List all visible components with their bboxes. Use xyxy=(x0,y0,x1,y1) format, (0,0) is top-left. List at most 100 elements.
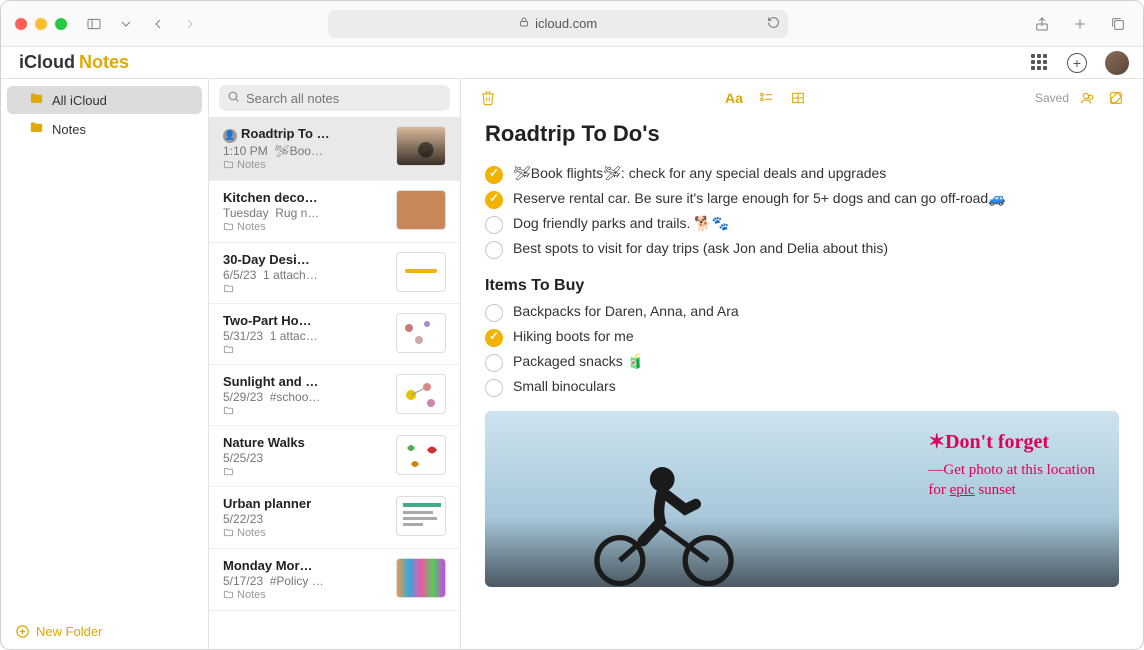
app-brand[interactable]: iCloud Notes xyxy=(15,52,129,73)
reload-icon[interactable] xyxy=(767,16,780,32)
note-item-subtitle: 5/29/23 #schoo… xyxy=(223,390,386,404)
note-body[interactable]: Roadtrip To Do's 🛩Book flights🛩: check f… xyxy=(461,117,1143,649)
search-input[interactable] xyxy=(246,91,442,106)
note-list-item[interactable]: Two-Part Ho… 5/31/23 1 attac… xyxy=(209,304,460,365)
checklist-item[interactable]: Best spots to visit for day trips (ask J… xyxy=(485,240,1119,259)
checklist-item[interactable]: Dog friendly parks and trails. 🐕🐾 xyxy=(485,215,1119,234)
folders-sidebar: All iCloud Notes New Folder xyxy=(1,79,209,649)
shared-icon: 👤 xyxy=(223,129,237,143)
window-controls xyxy=(15,18,67,30)
checklist-text: Packaged snacks 🧃 xyxy=(513,353,644,370)
note-list-pane: 👤Roadtrip To … 1:10 PM 🛩Boo… Notes Kitch… xyxy=(209,79,461,649)
checkbox[interactable] xyxy=(485,304,503,322)
checkbox[interactable] xyxy=(485,191,503,209)
folder-label: Notes xyxy=(52,122,86,137)
checkbox[interactable] xyxy=(485,166,503,184)
tabs-icon[interactable] xyxy=(1107,13,1129,35)
new-tab-icon[interactable] xyxy=(1069,13,1091,35)
brand-icloud: iCloud xyxy=(19,52,75,73)
folder-icon xyxy=(29,120,44,138)
fullscreen-window-button[interactable] xyxy=(55,18,67,30)
handwriting-annotation: ✶Don't forget —Get photo at this locatio… xyxy=(928,429,1095,500)
note-item-title: Monday Mor… xyxy=(223,558,386,573)
checklist-text: Reserve rental car. Be sure it's large e… xyxy=(513,190,1006,207)
note-toolbar: Aa Saved xyxy=(461,79,1143,117)
format-text-icon[interactable]: Aa xyxy=(725,89,743,107)
trash-icon[interactable] xyxy=(479,89,497,107)
back-button[interactable] xyxy=(147,13,169,35)
note-item-subtitle: 5/25/23 xyxy=(223,451,386,465)
account-avatar[interactable] xyxy=(1105,51,1129,75)
note-item-folder xyxy=(223,283,386,294)
note-list-item[interactable]: Monday Mor… 5/17/23 #Policy … Notes xyxy=(209,549,460,611)
minimize-window-button[interactable] xyxy=(35,18,47,30)
note-item-folder xyxy=(223,344,386,355)
note-item-subtitle: 5/22/23 xyxy=(223,512,386,526)
note-thumbnail xyxy=(396,435,446,475)
note-item-subtitle: 1:10 PM 🛩Boo… xyxy=(223,144,386,158)
checklist-item[interactable]: Packaged snacks 🧃 xyxy=(485,353,1119,372)
checklist-text: Small binoculars xyxy=(513,378,616,394)
address-bar[interactable]: icloud.com xyxy=(328,10,788,38)
note-subheading: Items To Buy xyxy=(485,277,1119,295)
note-item-title: Urban planner xyxy=(223,496,386,511)
lock-icon xyxy=(518,16,530,31)
note-item-folder: Notes xyxy=(223,527,386,539)
note-list-item[interactable]: Kitchen deco… Tuesday Rug n… Notes xyxy=(209,181,460,243)
note-thumbnail xyxy=(396,126,446,166)
sidebar-folder[interactable]: All iCloud xyxy=(7,86,202,114)
checkbox[interactable] xyxy=(485,379,503,397)
checkbox[interactable] xyxy=(485,216,503,234)
chevron-down-icon[interactable] xyxy=(115,13,137,35)
note-detail-pane: Aa Saved xyxy=(461,79,1143,649)
collaborate-icon[interactable] xyxy=(1079,89,1097,107)
note-list-item[interactable]: 👤Roadtrip To … 1:10 PM 🛩Boo… Notes xyxy=(209,117,460,181)
note-item-subtitle: 6/5/23 1 attach… xyxy=(223,268,386,282)
note-item-folder: Notes xyxy=(223,589,386,601)
checkbox[interactable] xyxy=(485,241,503,259)
note-item-subtitle: 5/31/23 1 attac… xyxy=(223,329,386,343)
app-launcher-icon[interactable] xyxy=(1031,54,1049,72)
note-list-item[interactable]: 30-Day Desi… 6/5/23 1 attach… xyxy=(209,243,460,304)
search-field[interactable] xyxy=(219,85,450,111)
table-icon[interactable] xyxy=(789,89,807,107)
folder-label: All iCloud xyxy=(52,93,107,108)
new-folder-button[interactable]: New Folder xyxy=(1,614,208,649)
note-thumbnail xyxy=(396,558,446,598)
note-thumbnail xyxy=(396,374,446,414)
sidebar-toggle-icon[interactable] xyxy=(83,13,105,35)
checklist-text: Dog friendly parks and trails. 🐕🐾 xyxy=(513,215,729,232)
note-list-item[interactable]: Nature Walks 5/25/23 xyxy=(209,426,460,487)
folder-icon xyxy=(29,91,44,109)
address-domain: icloud.com xyxy=(535,16,597,31)
sidebar-folder[interactable]: Notes xyxy=(7,115,202,143)
checkbox[interactable] xyxy=(485,354,503,372)
checklist-item[interactable]: Reserve rental car. Be sure it's large e… xyxy=(485,190,1119,209)
forward-button[interactable] xyxy=(179,13,201,35)
share-icon[interactable] xyxy=(1031,13,1053,35)
close-window-button[interactable] xyxy=(15,18,27,30)
checklist-item[interactable]: Hiking boots for me xyxy=(485,328,1119,347)
handwriting-line1: ✶Don't forget xyxy=(928,429,1095,455)
cyclist-silhouette xyxy=(574,437,754,587)
checkbox[interactable] xyxy=(485,329,503,347)
checklist-item[interactable]: Backpacks for Daren, Anna, and Ara xyxy=(485,303,1119,322)
note-item-folder xyxy=(223,405,386,416)
note-attachment-image[interactable]: ✶Don't forget —Get photo at this locatio… xyxy=(485,411,1119,587)
note-item-title: Two-Part Ho… xyxy=(223,313,386,328)
checklist-text: Best spots to visit for day trips (ask J… xyxy=(513,240,888,256)
new-folder-label: New Folder xyxy=(36,624,102,639)
create-icon[interactable]: + xyxy=(1067,53,1087,73)
checklist-item[interactable]: 🛩Book flights🛩: check for any special de… xyxy=(485,165,1119,184)
note-item-subtitle: 5/17/23 #Policy … xyxy=(223,574,386,588)
note-item-folder xyxy=(223,466,386,477)
note-list-item[interactable]: Sunlight and … 5/29/23 #schoo… xyxy=(209,365,460,426)
note-item-title: Nature Walks xyxy=(223,435,386,450)
checklist-item[interactable]: Small binoculars xyxy=(485,378,1119,397)
compose-icon[interactable] xyxy=(1107,89,1125,107)
note-list-item[interactable]: Urban planner 5/22/23 Notes xyxy=(209,487,460,549)
app-header: iCloud Notes + xyxy=(1,47,1143,79)
checklist-icon[interactable] xyxy=(757,89,775,107)
note-item-subtitle: Tuesday Rug n… xyxy=(223,206,386,220)
checklist-text: 🛩Book flights🛩: check for any special de… xyxy=(513,165,886,182)
